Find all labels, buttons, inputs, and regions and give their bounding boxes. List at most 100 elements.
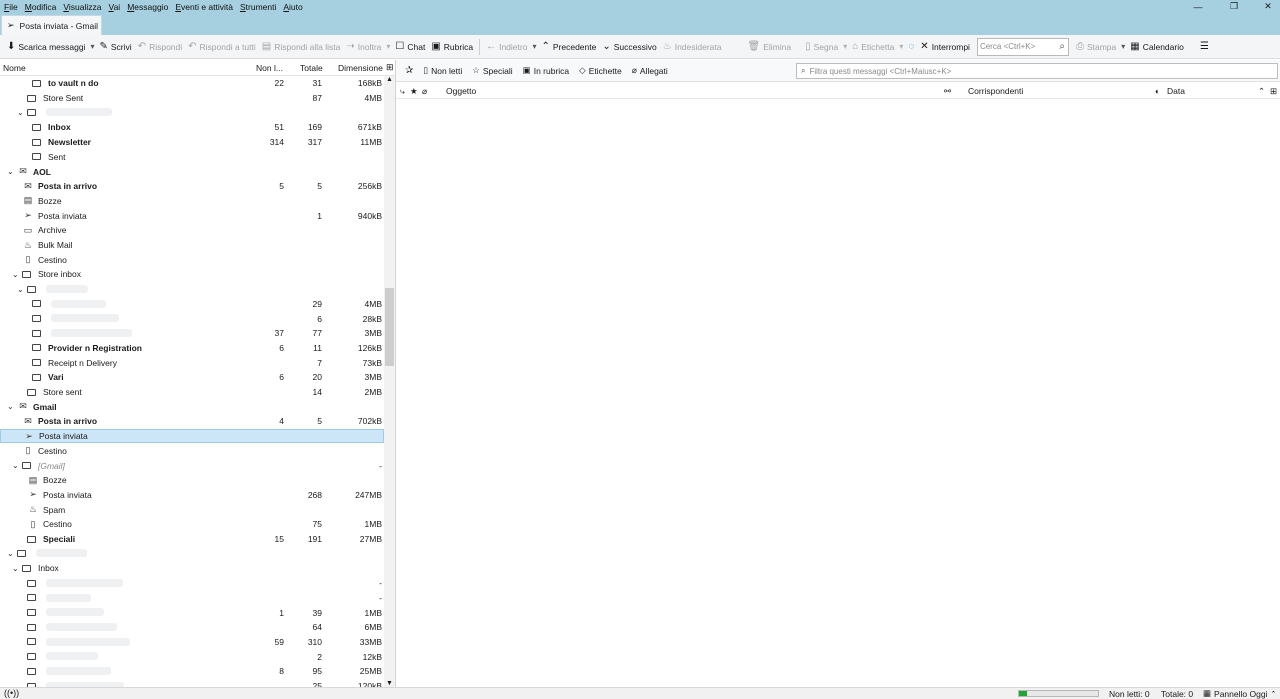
attachment-column-icon[interactable]: ⌀ xyxy=(422,86,427,97)
folder-row[interactable]: ⌄▭ xyxy=(0,546,384,561)
folder-row[interactable]: ▭ 2 12kB xyxy=(0,649,384,664)
filter-contacts-button[interactable]: ▣ In rubrica xyxy=(518,65,574,76)
column-picker-icon[interactable]: ⊞ xyxy=(386,62,394,73)
search-input[interactable]: Cerca <Ctrl+K> ⌕ xyxy=(976,37,1069,56)
today-pane-button[interactable]: ▦ Pannello Oggi ⌃ xyxy=(1203,688,1276,699)
folder-row[interactable]: ▭ Store Sent 87 4MB xyxy=(0,91,384,106)
expand-twisty-icon[interactable]: ⌄ xyxy=(17,285,24,294)
column-name-header[interactable]: Nome xyxy=(3,63,26,73)
expand-twisty-icon[interactable]: ⌄ xyxy=(7,167,14,176)
address-book-button[interactable]: ▣ Rubrica xyxy=(428,37,476,57)
next-button[interactable]: ⌄ Successivo xyxy=(599,37,659,57)
reply-button[interactable]: ↶ Rispondi xyxy=(135,37,185,57)
reply-all-button[interactable]: ↶ Rispondi a tutti xyxy=(185,37,259,57)
column-correspondents-header[interactable]: Corrispondenti xyxy=(968,86,1023,96)
folder-row[interactable]: ➢ Posta inviata 268 247MB xyxy=(0,488,384,503)
maximize-button[interactable]: ❐ xyxy=(1222,0,1246,13)
chat-button[interactable]: ☐ Chat xyxy=(392,37,428,57)
menu-aiuto[interactable]: Aiuto xyxy=(283,2,302,12)
column-size-header[interactable]: Dimensione xyxy=(338,63,383,73)
folder-row[interactable]: ✉ Posta in arrivo 4 5 702kB xyxy=(0,414,384,429)
read-column-icon[interactable]: ◐ xyxy=(1155,86,1160,96)
previous-button[interactable]: ⌃ Precedente xyxy=(538,37,599,57)
tag-dropdown[interactable]: ▾ xyxy=(897,42,905,51)
back-button[interactable]: ← Indietro xyxy=(483,37,530,57)
folder-row[interactable]: ▭ Inbox 51 169 671kB xyxy=(0,120,384,135)
thread-column-icon[interactable]: ⤷ xyxy=(400,86,405,97)
junk-button[interactable]: ♨ Indesiderata xyxy=(660,37,725,57)
expand-twisty-icon[interactable]: ⌄ xyxy=(12,461,19,470)
folder-row[interactable]: ▭ 1 39 1MB xyxy=(0,605,384,620)
folder-row[interactable]: ▭ Speciali 15 191 27MB xyxy=(0,532,384,547)
write-button[interactable]: ✎ Scrivi xyxy=(97,37,135,57)
filter-unread-button[interactable]: ▯ Non letti xyxy=(418,65,467,76)
filter-attachments-button[interactable]: ⌀ Allegati xyxy=(627,65,673,76)
print-dropdown[interactable]: ▾ xyxy=(1119,42,1127,51)
folder-row[interactable]: ▭ 29 4MB xyxy=(0,297,384,312)
sticky-filter-button[interactable]: ✰ xyxy=(400,65,418,76)
menu-eventi-e-attività[interactable]: Eventi e attività xyxy=(175,2,233,12)
folder-row[interactable]: ▭ Vari 6 20 3MB xyxy=(0,370,384,385)
menu-visualizza[interactable]: Visualizza xyxy=(63,2,101,12)
folder-row[interactable]: ⌄▭ Inbox xyxy=(0,561,384,576)
stop-button[interactable]: ✕ Interrompi xyxy=(917,37,973,57)
starred-column-icon[interactable]: ★ xyxy=(410,86,418,97)
reply-list-button[interactable]: ▤ Rispondi alla lista xyxy=(259,37,344,57)
minimize-button[interactable]: — xyxy=(1186,0,1210,13)
tab-posta-inviata[interactable]: ➢ Posta inviata - Gmail xyxy=(1,15,102,35)
folder-row[interactable]: ➢ Posta inviata xyxy=(0,428,384,444)
pane-splitter[interactable] xyxy=(395,60,396,687)
column-picker-icon[interactable]: ⊞ xyxy=(1270,86,1277,97)
column-unread-header[interactable]: Non l... xyxy=(256,63,283,73)
close-button[interactable]: ✕ xyxy=(1256,0,1280,13)
folder-row[interactable]: ⌄▭ xyxy=(0,282,384,297)
filter-starred-button[interactable]: ☆ Speciali xyxy=(467,65,517,76)
folder-row[interactable]: ⌄ ✉ Gmail xyxy=(0,399,384,414)
folder-row[interactable]: ▭25120kB xyxy=(0,679,384,687)
folder-row[interactable]: ▭- xyxy=(0,576,384,591)
folder-scrollbar[interactable]: ▲ ▼ xyxy=(384,76,395,687)
column-date-header[interactable]: Data xyxy=(1167,86,1185,96)
folder-row[interactable]: ▭ Archive xyxy=(0,223,384,238)
expand-twisty-icon[interactable]: ⌄ xyxy=(7,549,14,558)
delete-button[interactable]: 🗑 Elimina xyxy=(745,37,795,57)
column-subject-header[interactable]: Oggetto xyxy=(446,86,476,96)
filter-messages-input[interactable]: ⌕ Filtra questi messaggi <Ctrl+Maiusc+K> xyxy=(796,63,1278,79)
folder-row[interactable]: ➢ Posta inviata 1 940kB xyxy=(0,208,384,223)
get-messages-dropdown[interactable]: ▾ xyxy=(88,42,96,51)
folder-row[interactable]: ▭ 64 6MB xyxy=(0,620,384,635)
menu-modifica[interactable]: Modifica xyxy=(25,2,57,12)
tag-button[interactable]: ⌂ Etichetta xyxy=(849,37,897,57)
mark-button[interactable]: ▯ Segna xyxy=(802,37,841,57)
folder-row[interactable]: ▭ 59 310 33MB xyxy=(0,635,384,650)
folder-row[interactable]: ▯ Cestino xyxy=(0,444,384,459)
calendar-button[interactable]: ▦ Calendario xyxy=(1127,37,1187,57)
menu-vai[interactable]: Vai xyxy=(109,2,121,12)
sort-ascending-icon[interactable]: ⌃ xyxy=(1258,86,1265,97)
folder-row[interactable]: ▭- xyxy=(0,591,384,606)
menu-messaggio[interactable]: Messaggio xyxy=(127,2,168,12)
expand-twisty-icon[interactable]: ⌄ xyxy=(7,402,14,411)
folder-row[interactable]: ⌄▭ xyxy=(0,105,384,120)
print-button[interactable]: ⎙ Stampa xyxy=(1073,37,1119,57)
column-total-header[interactable]: Totale xyxy=(300,63,323,73)
folder-row[interactable]: ▭ Sent xyxy=(0,150,384,165)
expand-twisty-icon[interactable]: ⌄ xyxy=(17,108,24,117)
expand-twisty-icon[interactable]: ⌄ xyxy=(12,564,19,573)
scrollbar-thumb[interactable] xyxy=(385,288,394,366)
menu-strumenti[interactable]: Strumenti xyxy=(240,2,276,12)
expand-twisty-icon[interactable]: ⌄ xyxy=(12,270,19,279)
folder-row[interactable]: ⌄ ✉ AOL xyxy=(0,164,384,179)
folder-row[interactable]: ⌄▭ Store inbox xyxy=(0,267,384,282)
folder-row[interactable]: ▭ Store sent 14 2MB xyxy=(0,385,384,400)
folder-row[interactable]: ▭ 37 77 3MB xyxy=(0,326,384,341)
folder-row[interactable]: ▭ 6 28kB xyxy=(0,311,384,326)
forward-dropdown[interactable]: ▾ xyxy=(384,42,392,51)
folder-row[interactable]: ▭ 8 95 25MB xyxy=(0,664,384,679)
mark-dropdown[interactable]: ▾ xyxy=(841,42,849,51)
folder-row[interactable]: ▯ Cestino 75 1MB xyxy=(0,517,384,532)
back-dropdown[interactable]: ▾ xyxy=(530,42,538,51)
folder-row[interactable]: ⌄▭ [Gmail] - xyxy=(0,458,384,473)
folder-row[interactable]: ♨ Bulk Mail xyxy=(0,238,384,253)
junk-column-icon[interactable]: ⚯ xyxy=(944,86,951,97)
